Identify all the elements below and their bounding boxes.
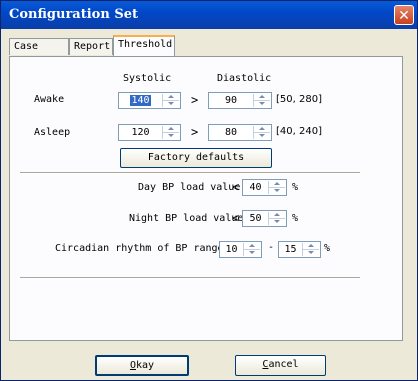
awake-diastolic-value[interactable]: 90 — [225, 95, 237, 106]
tab-threshold[interactable]: Threshold — [113, 35, 175, 56]
spin-down-icon[interactable] — [269, 219, 285, 225]
spin-up-icon[interactable] — [244, 243, 260, 250]
spin-up-icon[interactable] — [269, 212, 285, 219]
day-load-spinner[interactable]: 40 — [242, 179, 287, 196]
okay-button[interactable]: Okay — [95, 355, 189, 376]
awake-systolic-spinner[interactable]: 140 — [118, 92, 181, 109]
circadian-unit: % — [324, 243, 331, 254]
spin-down-icon[interactable] — [303, 250, 319, 256]
spin-up-icon[interactable] — [254, 126, 270, 133]
asleep-range: [40, 240] — [276, 126, 322, 137]
close-icon: ✕ — [398, 8, 410, 24]
title-bar[interactable]: Configuration Set ✕ — [1, 1, 417, 29]
separator — [20, 277, 360, 279]
greater-than-sign: > — [191, 125, 199, 139]
tab-report[interactable]: Report — [69, 38, 113, 55]
spin-up-icon[interactable] — [269, 181, 285, 188]
circadian-max-spinner[interactable]: 15 — [278, 241, 321, 258]
circadian-label: Circadian rhythm of BP ranges — [55, 243, 230, 254]
cancel-button[interactable]: Cancel — [235, 355, 326, 376]
range-dash: - — [268, 242, 275, 253]
less-than-sign: < — [232, 180, 240, 194]
night-load-spinner[interactable]: 50 — [242, 210, 287, 227]
spin-up-icon[interactable] — [163, 94, 179, 101]
window-title: Configuration Set — [9, 7, 138, 22]
systolic-header: Systolic — [123, 73, 172, 84]
spin-up-icon[interactable] — [303, 243, 319, 250]
asleep-systolic-value[interactable]: 120 — [131, 127, 149, 138]
awake-label: Awake — [34, 94, 65, 105]
separator — [20, 172, 360, 174]
close-button[interactable]: ✕ — [394, 5, 414, 25]
day-load-value[interactable]: 40 — [249, 182, 261, 193]
spin-up-icon[interactable] — [254, 94, 270, 101]
spin-down-icon[interactable] — [163, 101, 179, 107]
spin-down-icon[interactable] — [254, 133, 270, 139]
spin-down-icon[interactable] — [254, 101, 270, 107]
factory-defaults-button[interactable]: Factory defaults — [120, 148, 272, 168]
asleep-systolic-spinner[interactable]: 120 — [118, 124, 181, 141]
spin-up-icon[interactable] — [163, 126, 179, 133]
less-than-sign: < — [232, 211, 240, 225]
spin-down-icon[interactable] — [269, 188, 285, 194]
day-load-label: Day BP load value — [138, 182, 241, 193]
night-load-label: Night BP load value — [129, 213, 244, 224]
tab-label: Report — [74, 41, 111, 52]
configuration-dialog: Configuration Set ✕ Case Path Report Thr… — [0, 0, 418, 381]
okay-label: kay — [135, 360, 155, 371]
day-load-unit: % — [292, 182, 299, 193]
awake-diastolic-spinner[interactable]: 90 — [208, 92, 272, 109]
tab-label: Threshold — [118, 39, 173, 50]
night-load-unit: % — [292, 213, 299, 224]
diastolic-header: Diastolic — [217, 73, 272, 84]
night-load-value[interactable]: 50 — [249, 213, 261, 224]
spin-down-icon[interactable] — [163, 133, 179, 139]
asleep-label: Asleep — [34, 127, 71, 138]
greater-than-sign: > — [191, 93, 199, 107]
circadian-min-spinner[interactable]: 10 — [219, 241, 262, 258]
circadian-max-value[interactable]: 15 — [284, 244, 296, 255]
asleep-diastolic-value[interactable]: 80 — [225, 127, 237, 138]
threshold-panel: Systolic Diastolic Awake 140 > 90 [50, 2… — [9, 56, 403, 341]
circadian-min-value[interactable]: 10 — [225, 244, 237, 255]
tab-case-path[interactable]: Case Path — [9, 38, 69, 68]
factory-defaults-label: Factory defaults — [147, 152, 245, 163]
awake-range: [50, 280] — [276, 94, 322, 105]
cancel-label: ancel — [268, 359, 299, 370]
spin-down-icon[interactable] — [244, 250, 260, 256]
asleep-diastolic-spinner[interactable]: 80 — [208, 124, 272, 141]
awake-systolic-value[interactable]: 140 — [130, 95, 151, 106]
